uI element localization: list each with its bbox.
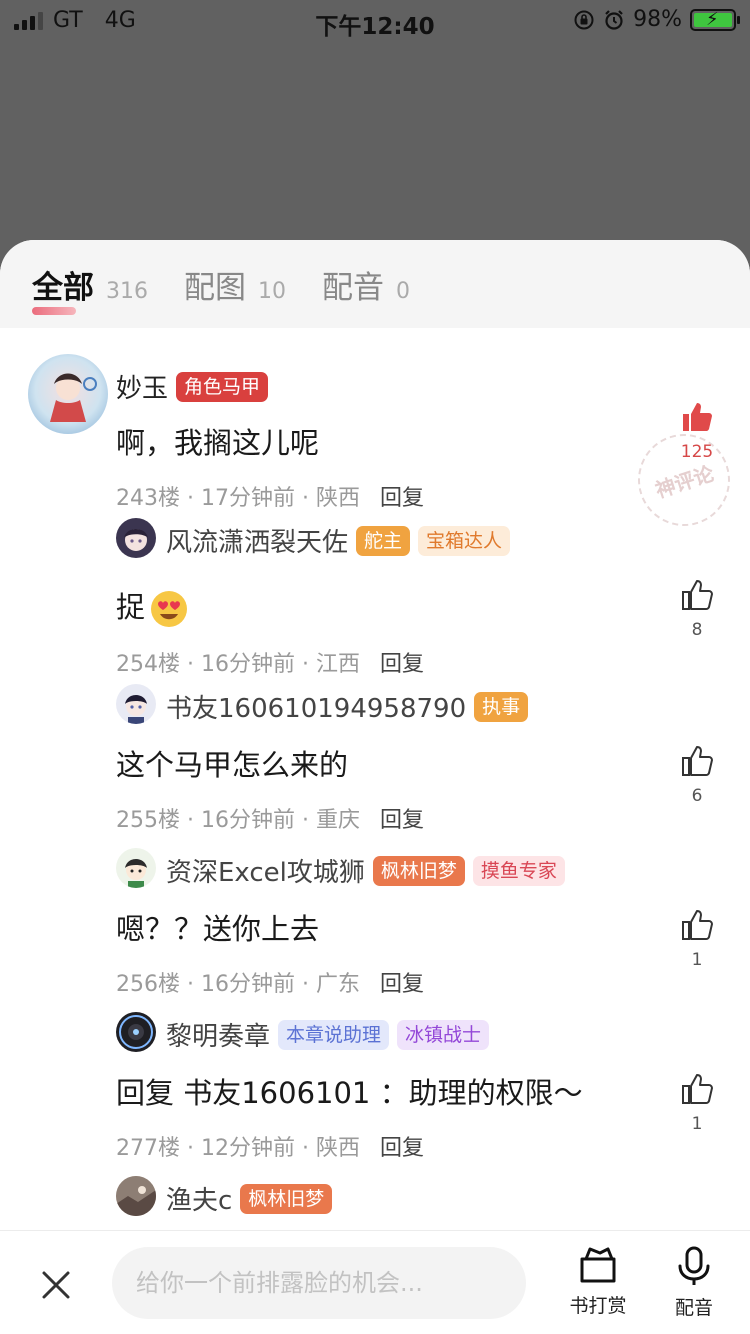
- avatar[interactable]: [28, 354, 108, 434]
- tab-bar: 全部 316 配图 10 配音 0: [0, 240, 750, 328]
- thumbs-up-icon: [682, 1074, 713, 1104]
- location: 陕西: [315, 486, 360, 511]
- book-tip-icon: [580, 1247, 616, 1283]
- comment-meta: 254楼 · 16分钟前 · 江西 回复: [116, 646, 424, 678]
- like-button[interactable]: 8: [680, 578, 714, 640]
- reply-button[interactable]: 回复: [380, 646, 424, 678]
- time-ago: 16分钟前: [200, 808, 295, 833]
- comment-meta: 256楼 · 16分钟前 · 广东 回复: [116, 966, 424, 998]
- comment-text: 嗯？？送你上去: [116, 912, 320, 946]
- battery-percent: 98%: [633, 7, 682, 32]
- location: 广东: [315, 972, 360, 997]
- close-icon[interactable]: [36, 1265, 76, 1305]
- tab-audio[interactable]: 配音 0: [322, 262, 410, 307]
- floor-number: 254楼: [116, 652, 180, 677]
- floor-number: 256楼: [116, 972, 180, 997]
- username[interactable]: 书友160610194958790: [166, 688, 466, 725]
- comment-text: 啊，我搁这儿呢: [116, 426, 320, 460]
- voice-button[interactable]: 配音: [654, 1245, 734, 1320]
- bottom-bar: 书打赏 配音: [0, 1230, 750, 1334]
- avatar[interactable]: [116, 848, 156, 888]
- time-ago: 16分钟前: [200, 972, 295, 997]
- username[interactable]: 渔夫c: [166, 1180, 232, 1217]
- thumbs-up-icon: [682, 580, 713, 610]
- badge: 舵主: [356, 525, 411, 556]
- avatar[interactable]: [116, 1176, 156, 1216]
- comment-text: 这个马甲怎么来的: [116, 748, 349, 782]
- thumbs-up-icon: [682, 746, 713, 776]
- like-button[interactable]: 1: [680, 908, 714, 970]
- like-button[interactable]: 125: [680, 400, 714, 462]
- like-count: 8: [691, 620, 703, 640]
- avatar[interactable]: [116, 1012, 156, 1052]
- comment-meta: 277楼 · 12分钟前 · 陕西 回复: [116, 1130, 424, 1162]
- time-ago: 17分钟前: [200, 486, 295, 511]
- tab-count: 10: [258, 278, 286, 304]
- reply-button[interactable]: 回复: [380, 480, 424, 512]
- comment-sheet: 全部 316 配图 10 配音 0 神评论 妙玉 角色马甲 啊，我搁这儿呢 24…: [0, 240, 750, 1334]
- badge: 本章说助理: [278, 1019, 390, 1050]
- tab-count: 0: [396, 278, 410, 304]
- microphone-icon: [678, 1246, 710, 1285]
- voice-label: 配音: [674, 1297, 713, 1319]
- tab-images[interactable]: 配图 10: [184, 262, 286, 307]
- like-count: 1: [691, 1114, 703, 1134]
- username[interactable]: 妙玉: [116, 368, 168, 405]
- thumbs-up-filled-icon: [683, 403, 712, 431]
- floor-number: 243楼: [116, 486, 180, 511]
- badge: 枫林旧梦: [240, 1183, 333, 1214]
- floor-number: 277楼: [116, 1136, 180, 1161]
- time-ago: 12分钟前: [200, 1136, 295, 1161]
- username[interactable]: 黎明奏章: [166, 1016, 270, 1053]
- tab-label: 配图: [184, 269, 246, 306]
- reply-button[interactable]: 回复: [380, 802, 424, 834]
- badge: 冰镇战士: [397, 1019, 490, 1050]
- like-count: 6: [691, 786, 703, 806]
- tab-count: 316: [106, 278, 148, 304]
- time-ago: 16分钟前: [200, 652, 295, 677]
- username[interactable]: 风流潇洒裂天佐: [166, 522, 348, 559]
- comment-input[interactable]: [112, 1247, 526, 1319]
- battery-icon: ⚡: [690, 8, 740, 31]
- tab-all[interactable]: 全部 316: [32, 262, 148, 315]
- floor-number: 255楼: [116, 808, 180, 833]
- like-count: 125: [680, 442, 714, 462]
- location: 陕西: [315, 1136, 360, 1161]
- heart-eyes-emoji-icon: [151, 591, 188, 627]
- badge: 枫林旧梦: [372, 855, 465, 886]
- location: 重庆: [315, 808, 360, 833]
- like-button[interactable]: 6: [680, 744, 714, 806]
- comment-meta: 255楼 · 16分钟前 · 重庆 回复: [116, 802, 424, 834]
- reply-button[interactable]: 回复: [380, 1130, 424, 1162]
- tab-label: 全部: [32, 269, 94, 306]
- badge: 执事: [474, 691, 529, 722]
- thumbs-up-icon: [682, 910, 713, 940]
- badge: 摸鱼专家: [472, 855, 565, 886]
- like-button[interactable]: 1: [680, 1072, 714, 1134]
- reply-button[interactable]: 回复: [380, 966, 424, 998]
- book-tip-button[interactable]: 书打赏: [558, 1245, 638, 1318]
- badge: 角色马甲: [176, 371, 269, 402]
- location: 江西: [315, 652, 360, 677]
- username[interactable]: 资深Excel攻城狮: [166, 852, 365, 889]
- book-tip-label: 书打赏: [569, 1295, 627, 1317]
- like-count: 1: [691, 950, 703, 970]
- rotation-lock-icon: [574, 10, 594, 29]
- comment-text: 捉: [116, 584, 189, 629]
- status-bar: GT 4G 下午12:40 98% ⚡: [0, 0, 750, 40]
- comment-meta: 243楼 · 17分钟前 · 陕西 回复: [116, 480, 424, 512]
- tab-label: 配音: [322, 269, 384, 306]
- avatar[interactable]: [116, 518, 156, 558]
- alarm-icon: [605, 9, 623, 30]
- badge: 宝箱达人: [418, 525, 511, 556]
- comment-text: 回复 书友1606101 ：助理的权限～: [116, 1076, 583, 1110]
- avatar[interactable]: [116, 684, 156, 724]
